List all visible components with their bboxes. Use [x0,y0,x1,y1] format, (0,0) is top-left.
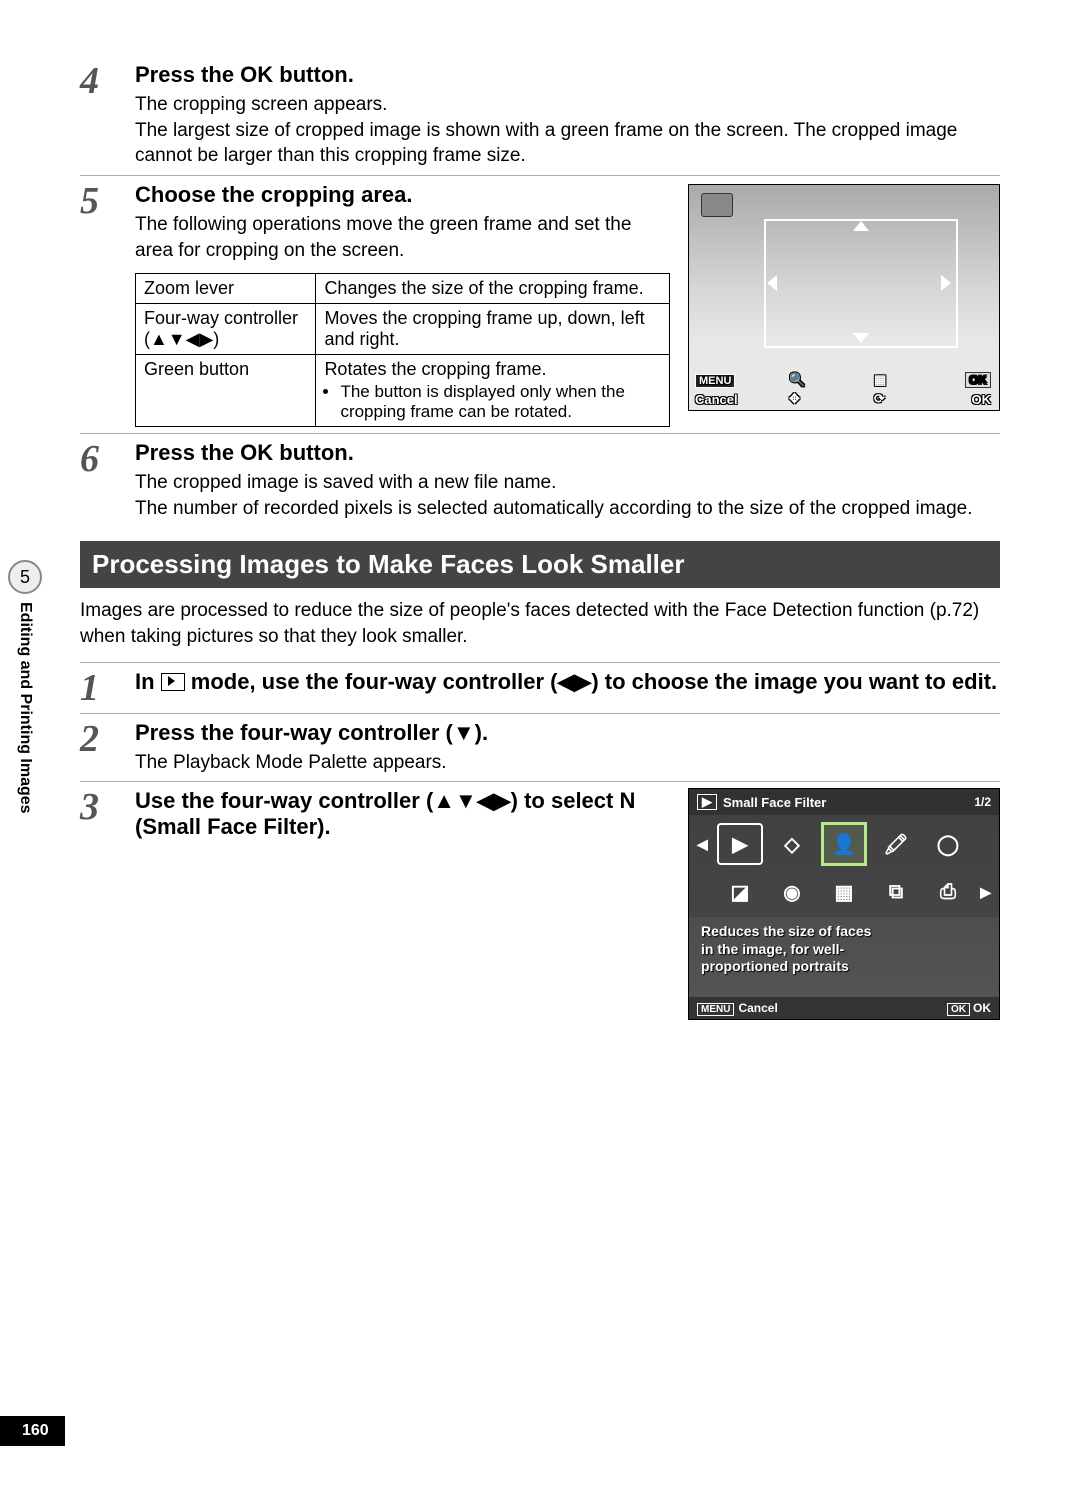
zoom-out-icon: 🔍 [789,372,805,388]
substep-3: 3 Use the four-way controller (▲▼◀▶) to … [80,781,1000,1020]
osd-bar: MENU Cancel 🔍 ✥ ▦ ⟳ OK OK [689,368,999,410]
desc-line: Reduces the size of faces [701,923,987,941]
page-count: 1/2 [974,795,991,809]
cell-control: Four-way controller (▲▼◀▶) [136,304,316,355]
palette-icon-redeye: ◉ [769,873,815,911]
cell-desc: Changes the size of the cropping frame. [316,274,670,304]
arrow-left-icon [767,275,777,291]
cancel-label: Cancel [695,392,738,407]
arrow-up-icon [853,221,869,231]
palette-icon-movie: ▦ [821,873,867,911]
table-row: Green button Rotates the cropping frame.… [136,355,670,427]
step-title: Press the OK button. [135,440,1000,466]
cancel-label: Cancel [738,1001,777,1015]
move-icon: ✥ [789,391,800,407]
rotate-icon: ⟳ [874,391,885,407]
palette-icon-grid: ◀ ▶ ◇ 👤 🖍 ◯ ◪ ◉ ▦ ⧉ ⎙ ▶ [689,815,999,917]
cell-control: Zoom lever [136,274,316,304]
cell-control: Green button [136,355,316,427]
step-number: 3 [80,788,135,1020]
ok-tag: OK [947,1003,970,1016]
arrow-down-icon [853,333,869,343]
footer-left: MENU Cancel [697,1001,778,1015]
palette-icon-ink: 🖍 [873,825,919,863]
cell-desc: Rotates the cropping frame. The button i… [316,355,670,427]
step-number: 1 [80,669,135,707]
palette-icon-rotate: ◇ [769,825,815,863]
step-text: The largest size of cropped image is sho… [135,118,1000,169]
ok-label: OK [972,392,992,407]
page-number: 160 [0,1416,65,1446]
sidebar: 5 Editing and Printing Images [0,560,50,960]
step-number: 2 [80,720,135,776]
step-number: 4 [80,62,135,169]
cell-desc: Moves the cropping frame up, down, left … [316,304,670,355]
ok-box-label: OK [965,372,991,388]
text: Rotates the cropping frame. [324,359,546,379]
substep-1: 1 In mode, use the four-way controller (… [80,662,1000,707]
ok-button-label: OK [240,62,273,87]
palette-icon-copy: ⎙ [925,873,971,911]
text: Press the [135,62,240,87]
arrow-right-icon [941,275,951,291]
ok-button-label: OK [240,440,273,465]
cropping-screen-preview: MENU Cancel 🔍 ✥ ▦ ⟳ OK OK [688,184,1000,411]
palette-title: Small Face Filter [723,795,826,810]
palette-icon-resize: ⧉ [873,873,919,911]
palette-icon-small-face-filter: 👤 [821,822,867,866]
palette-title-bar: ▶ Small Face Filter 1/2 [689,789,999,815]
nav-left-icon: ◀ [697,836,711,853]
step-text: The Playback Mode Palette appears. [135,750,1000,776]
chapter-title: Editing and Printing Images [16,602,34,814]
section-intro: Images are processed to reduce the size … [80,598,1000,649]
palette-footer: MENU Cancel OKOK [689,997,999,1019]
step-title: Choose the cropping area. [135,182,670,208]
menu-label: MENU [695,374,735,388]
text: button. [273,440,354,465]
text: button. [273,62,354,87]
text: Press the [135,440,240,465]
palette-icon-collage: ◯ [925,825,971,863]
menu-tag: MENU [697,1003,734,1016]
desc-line: proportioned portraits [701,958,987,976]
page: 5 Editing and Printing Images 4 Press th… [0,0,1080,1486]
step-text: The cropping screen appears. [135,92,1000,118]
step-6: 6 Press the OK button. The cropped image… [80,433,1000,521]
mode-icon [701,193,733,217]
step-5: 5 Choose the cropping area. The followin… [80,175,1000,427]
text: In [135,669,161,694]
palette-icon-slideshow: ▶ [717,823,763,865]
palette-description: Reduces the size of faces in the image, … [689,917,999,978]
step-number: 6 [80,440,135,521]
step-text: The following operations move the green … [135,212,670,263]
palette-screen-preview: ▶ Small Face Filter 1/2 ◀ ▶ ◇ 👤 🖍 ◯ ◪ [688,788,1000,1020]
table-row: Four-way controller (▲▼◀▶) Moves the cro… [136,304,670,355]
step-title: Use the four-way controller (▲▼◀▶) to se… [135,788,670,840]
step-number: 5 [80,182,135,427]
step-title: Press the OK button. [135,62,1000,88]
desc-line: in the image, for well- [701,941,987,959]
footer-right: OKOK [947,1001,991,1015]
nav-right-icon: ▶ [977,884,991,901]
step-title: In mode, use the four-way controller (◀▶… [135,669,1000,695]
palette-icon-frame: ◪ [717,873,763,911]
table-row: Zoom lever Changes the size of the cropp… [136,274,670,304]
section-header: Processing Images to Make Faces Look Sma… [80,541,1000,588]
ok-label: OK [973,1001,991,1015]
green-button-icon: ▦ [874,372,886,388]
crop-frame [764,219,958,348]
substep-2: 2 Press the four-way controller (▼). The… [80,713,1000,776]
step-title: Press the four-way controller (▼). [135,720,1000,746]
text: mode, use the four-way controller (◀▶) t… [185,669,997,694]
chapter-number: 5 [8,560,42,594]
playback-mode-icon [161,673,185,691]
operations-table: Zoom lever Changes the size of the cropp… [135,273,670,427]
step-4: 4 Press the OK button. The cropping scre… [80,56,1000,169]
step-text: The cropped image is saved with a new fi… [135,470,1000,496]
playback-icon: ▶ [697,794,717,810]
step-text: The number of recorded pixels is selecte… [135,496,1000,522]
cell-note: The button is displayed only when the cr… [340,382,661,422]
